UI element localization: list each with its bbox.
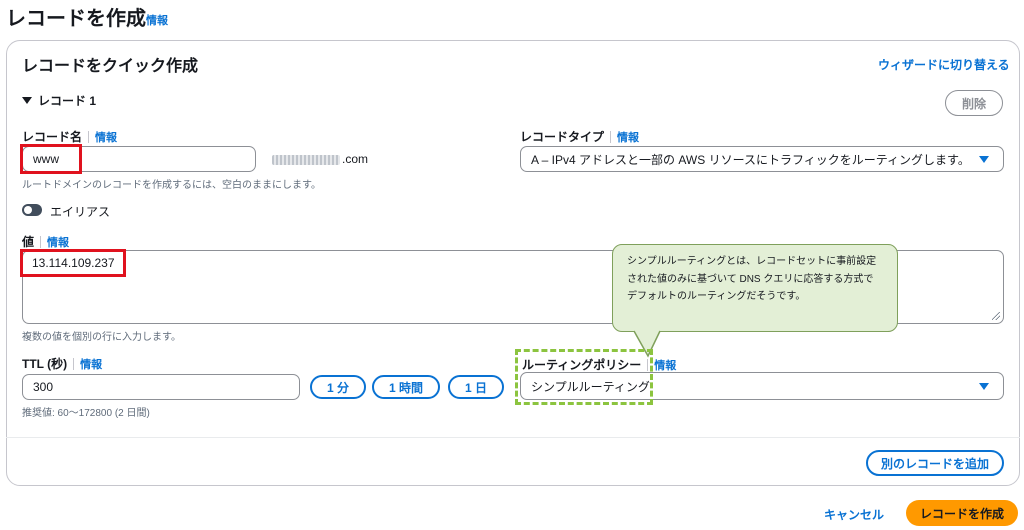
record-1-title: レコード 1 <box>38 94 97 108</box>
record-type-value: A – IPv4 アドレスと一部の AWS リソースにトラフィックをルーティング… <box>531 152 970 167</box>
add-another-record-button[interactable]: 別のレコードを追加 <box>866 450 1004 476</box>
ttl-info-link[interactable]: 情報 <box>80 356 102 372</box>
domain-suffix: .com <box>272 152 368 166</box>
caret-down-icon <box>979 156 989 163</box>
record-1-header[interactable]: レコード 1 <box>22 92 96 109</box>
delete-button[interactable]: 削除 <box>945 90 1003 116</box>
routing-policy-highlight <box>515 349 653 405</box>
page-title: レコードを作成 <box>6 8 146 30</box>
resize-grip-icon[interactable] <box>992 312 1000 320</box>
create-records-button[interactable]: レコードを作成 <box>906 500 1018 526</box>
label-separator <box>73 357 75 370</box>
ttl-label: TTL (秒) 情報 <box>22 355 102 372</box>
record-name-hint: ルートドメインのレコードを作成するには、空白のままにします。 <box>22 180 321 191</box>
toggle-knob <box>24 206 32 214</box>
ttl-value: 300 <box>33 380 54 394</box>
routing-callout: シンプルルーティングとは、レコードセットに事前設定された値のみに基づいて DNS… <box>612 244 898 332</box>
caret-down-icon <box>979 383 989 390</box>
card-divider <box>6 437 1020 438</box>
domain-suffix-text: .com <box>342 152 369 166</box>
ttl-input[interactable]: 300 <box>22 374 300 400</box>
value-label-text: 値 <box>22 235 35 249</box>
label-separator <box>40 235 42 248</box>
record-name-label: レコード名 情報 <box>22 128 117 145</box>
switch-to-wizard-link[interactable]: ウィザードに切り替える <box>878 56 1010 73</box>
ttl-1-hour-button[interactable]: 1 時間 <box>372 375 440 399</box>
record-name-label-text: レコード名 <box>22 130 83 144</box>
ttl-label-text: TTL (秒) <box>22 357 68 371</box>
alias-label: エイリアス <box>50 205 111 219</box>
record-type-select[interactable]: A – IPv4 アドレスと一部の AWS リソースにトラフィックをルーティング… <box>520 146 1004 172</box>
record-type-label: レコードタイプ 情報 <box>520 128 639 145</box>
ttl-1-minute-button[interactable]: 1 分 <box>310 375 366 399</box>
label-separator <box>88 130 90 143</box>
record-type-info-link[interactable]: 情報 <box>617 129 639 145</box>
record-name-highlight <box>20 144 82 174</box>
record-name-info-link[interactable]: 情報 <box>95 129 117 145</box>
ttl-1-day-button[interactable]: 1 日 <box>448 375 504 399</box>
record-type-label-text: レコードタイプ <box>520 130 605 144</box>
value-hint: 複数の値を個別の行に入力します。 <box>22 332 181 343</box>
ttl-hint: 推奨値: 60〜172800 (2 日間) <box>22 408 150 419</box>
card-title: レコードをクイック作成 <box>22 58 199 75</box>
blurred-domain-mask <box>272 154 340 165</box>
routing-policy-info-link[interactable]: 情報 <box>654 357 676 373</box>
cancel-button[interactable]: キャンセル <box>824 506 884 523</box>
alias-toggle[interactable] <box>22 204 42 216</box>
page-title-info-link[interactable]: 情報 <box>146 12 168 28</box>
value-highlight <box>20 249 126 277</box>
caret-down-icon <box>22 97 32 104</box>
value-label: 値 情報 <box>22 233 69 250</box>
value-info-link[interactable]: 情報 <box>47 234 69 250</box>
label-separator <box>610 130 612 143</box>
